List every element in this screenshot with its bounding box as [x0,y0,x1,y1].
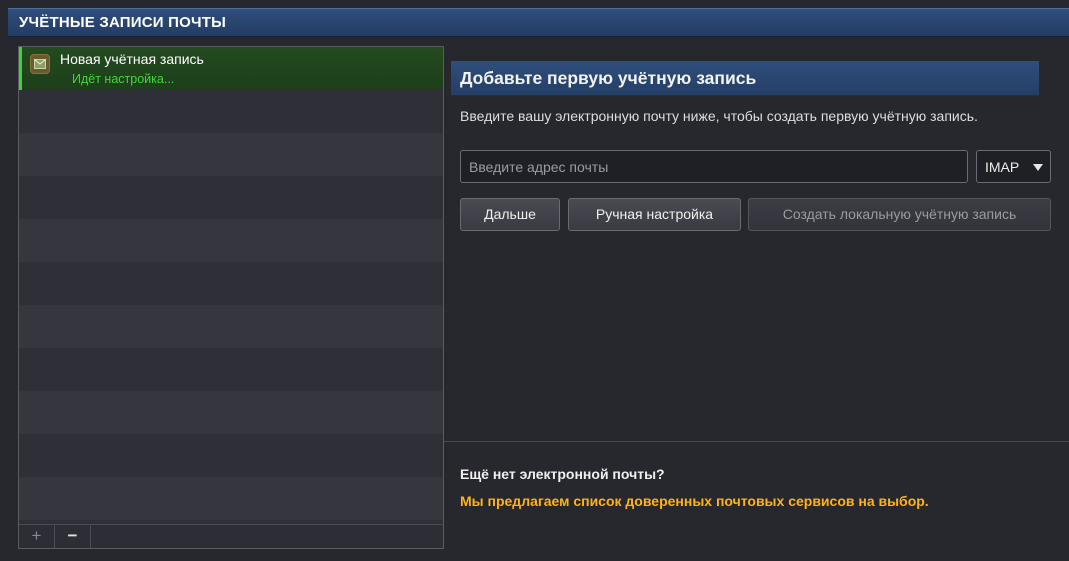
list-row-empty [19,90,443,133]
no-email-heading: Ещё нет электронной почты? [460,466,665,482]
email-providers-link[interactable]: Мы предлагаем список доверенных почтовых… [460,493,929,509]
mail-icon [30,54,50,74]
account-status: Идёт настройка... [72,72,175,86]
list-footer: + − [19,524,443,548]
list-row-empty [19,262,443,305]
setup-title-bar: Добавьте первую учётную запись [451,61,1039,96]
add-account-button[interactable]: + [19,525,55,548]
create-local-account-button[interactable]: Создать локальную учётную запись [748,198,1051,231]
list-row-empty [19,305,443,348]
setup-title: Добавьте первую учётную запись [460,68,757,88]
remove-account-button[interactable]: − [55,525,91,548]
protocol-value: IMAP [985,159,1020,175]
next-button[interactable]: Дальше [460,198,560,231]
list-row-empty [19,133,443,176]
list-row-empty [19,176,443,219]
setup-intro-text: Введите вашу электронную почту ниже, что… [460,108,978,124]
list-row-empty [19,391,443,434]
list-item-new-account[interactable]: Новая учётная запись Идёт настройка... [19,47,443,90]
manual-setup-button[interactable]: Ручная настройка [568,198,741,231]
divider [444,441,1069,442]
list-row-empty [19,348,443,391]
account-name: Новая учётная запись [60,51,204,67]
protocol-select[interactable]: IMAP [976,150,1051,183]
list-row-empty [19,477,443,520]
window-header: УЧЁТНЫЕ ЗАПИСИ ПОЧТЫ [8,8,1069,37]
email-input[interactable] [460,150,968,183]
list-row-empty [19,434,443,477]
chevron-down-icon [1033,164,1043,171]
account-list: Новая учётная запись Идёт настройка... +… [18,46,444,549]
list-row-empty [19,219,443,262]
header-title: УЧЁТНЫЕ ЗАПИСИ ПОЧТЫ [19,14,226,31]
account-rows: Новая учётная запись Идёт настройка... [19,47,443,525]
